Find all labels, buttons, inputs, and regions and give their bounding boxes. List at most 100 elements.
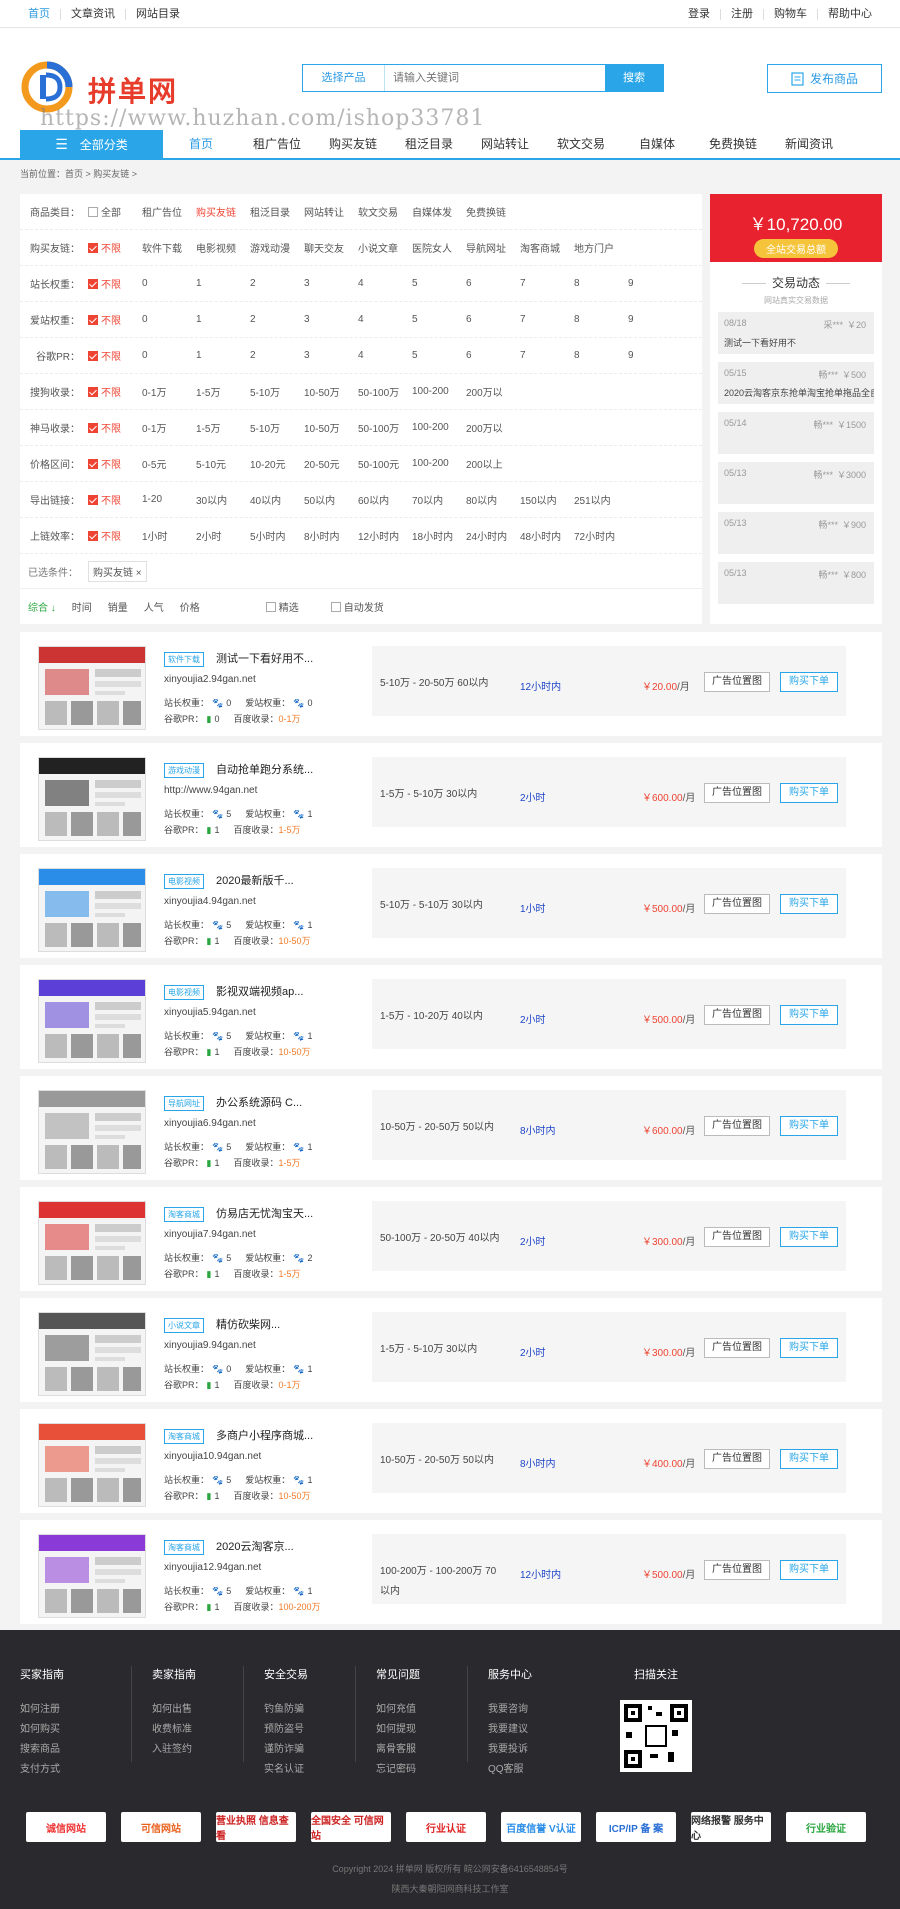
footer-link[interactable]: 离骨客服 <box>376 1740 467 1760</box>
listing-thumbnail[interactable] <box>38 1423 146 1507</box>
listing-thumbnail[interactable] <box>38 1090 146 1174</box>
featured-checkbox[interactable]: 精选 <box>265 599 315 614</box>
filter-option[interactable]: 7 <box>520 350 574 361</box>
filter-option[interactable]: 5 <box>412 350 466 361</box>
filter-option[interactable]: 地方门户 <box>574 240 628 255</box>
buy-button[interactable]: 购买下单 <box>780 1338 838 1358</box>
ad-position-button[interactable]: 广告位置图 <box>704 1227 770 1247</box>
filter-option[interactable]: 18小时内 <box>412 528 466 543</box>
filter-option[interactable]: 软文交易 <box>358 204 412 219</box>
nav-item-directory[interactable]: 租泛目录 <box>391 130 467 158</box>
auto-ship-checkbox[interactable]: 自动发货 <box>330 599 400 614</box>
certification-badge[interactable]: 百度信誉 V认证 <box>501 1812 581 1842</box>
filter-option[interactable]: 8 <box>574 314 628 325</box>
listing-title[interactable]: 2020最新版千... <box>216 872 294 888</box>
filter-option[interactable]: 80以内 <box>466 492 520 507</box>
filter-option[interactable]: 电影视频 <box>196 240 250 255</box>
filter-option[interactable]: 网站转让 <box>304 204 358 219</box>
ad-position-button[interactable]: 广告位置图 <box>704 894 770 914</box>
filter-option[interactable]: 聊天交友 <box>304 240 358 255</box>
category-tag[interactable]: 电影视频 <box>164 985 204 1000</box>
category-tag[interactable]: 淘客商城 <box>164 1540 204 1555</box>
filter-option[interactable]: 72小时内 <box>574 528 628 543</box>
filter-option[interactable]: 50以内 <box>304 492 358 507</box>
footer-link[interactable]: 搜索商品 <box>20 1740 131 1760</box>
filter-option[interactable]: 50-100元 <box>358 456 412 471</box>
filter-option[interactable]: 2 <box>250 314 304 325</box>
category-tag[interactable]: 游戏动漫 <box>164 763 204 778</box>
ad-position-button[interactable]: 广告位置图 <box>704 1116 770 1136</box>
filter-option[interactable]: 医院女人 <box>412 240 466 255</box>
filter-option[interactable]: 淘客商城 <box>520 240 574 255</box>
footer-link[interactable]: 我要咨询 <box>488 1700 580 1720</box>
filter-option[interactable]: 不限 <box>88 528 142 543</box>
listing-thumbnail[interactable] <box>38 1534 146 1618</box>
filter-option[interactable]: 0-1万 <box>142 384 196 399</box>
cart-link[interactable]: 购物车 <box>764 8 818 20</box>
filter-option[interactable]: 3 <box>304 278 358 289</box>
nav-item-media[interactable]: 自媒体 <box>619 130 695 158</box>
buy-button[interactable]: 购买下单 <box>780 1116 838 1136</box>
filter-option[interactable]: 9 <box>628 314 682 325</box>
filter-option[interactable]: 游戏动漫 <box>250 240 304 255</box>
listing-title[interactable]: 多商户小程序商城... <box>216 1427 313 1443</box>
filter-option[interactable]: 不限 <box>88 456 142 471</box>
filter-option[interactable]: 1小时 <box>142 528 196 543</box>
certification-badge[interactable]: 全国安全 可信网站 <box>311 1812 391 1842</box>
filter-option[interactable]: 8 <box>574 350 628 361</box>
filter-option[interactable]: 软件下载 <box>142 240 196 255</box>
filter-option[interactable]: 小说文章 <box>358 240 412 255</box>
buy-button[interactable]: 购买下单 <box>780 1560 838 1580</box>
listing-thumbnail[interactable] <box>38 1201 146 1285</box>
filter-option[interactable]: 0-1万 <box>142 420 196 435</box>
top-link-home[interactable]: 首页 <box>18 8 61 20</box>
filter-option[interactable]: 5小时内 <box>250 528 304 543</box>
sort-time[interactable]: 时间 <box>72 599 92 614</box>
listing-title[interactable]: 仿易店无忧淘宝天... <box>216 1205 313 1221</box>
category-tag[interactable]: 电影视频 <box>164 874 204 889</box>
filter-option[interactable]: 购买友链 <box>196 204 250 219</box>
footer-link[interactable]: 我要投诉 <box>488 1740 580 1760</box>
filter-option[interactable]: 1-5万 <box>196 384 250 399</box>
filter-option[interactable]: 10-50万 <box>304 384 358 399</box>
filter-option[interactable]: 2小时 <box>196 528 250 543</box>
footer-link[interactable]: 谨防诈骗 <box>264 1740 355 1760</box>
filter-option[interactable]: 0 <box>142 350 196 361</box>
certification-badge[interactable]: ICP/IP 备 案 <box>596 1812 676 1842</box>
listing-thumbnail[interactable] <box>38 757 146 841</box>
ad-position-button[interactable]: 广告位置图 <box>704 1005 770 1025</box>
filter-option[interactable]: 租广告位 <box>142 204 196 219</box>
buy-button[interactable]: 购买下单 <box>780 1449 838 1469</box>
filter-option[interactable]: 0 <box>142 314 196 325</box>
filter-option[interactable]: 60以内 <box>358 492 412 507</box>
filter-option[interactable]: 自媒体发 <box>412 204 466 219</box>
search-button[interactable]: 搜索 <box>605 65 663 91</box>
filter-option[interactable]: 10-50万 <box>304 420 358 435</box>
nav-item-links[interactable]: 购买友链 <box>315 130 391 158</box>
filter-option[interactable]: 9 <box>628 350 682 361</box>
filter-option[interactable]: 6 <box>466 350 520 361</box>
chosen-tag[interactable]: 购买友链 × <box>88 560 147 582</box>
footer-link[interactable]: 忘记密码 <box>376 1760 467 1780</box>
listing-thumbnail[interactable] <box>38 979 146 1063</box>
filter-option[interactable]: 8小时内 <box>304 528 358 543</box>
filter-option[interactable]: 50-100万 <box>358 384 412 399</box>
filter-option[interactable]: 1 <box>196 350 250 361</box>
buy-button[interactable]: 购买下单 <box>780 1005 838 1025</box>
filter-option[interactable]: 12小时内 <box>358 528 412 543</box>
filter-option[interactable]: 150以内 <box>520 492 574 507</box>
filter-option[interactable]: 50-100万 <box>358 420 412 435</box>
filter-option[interactable]: 不限 <box>88 420 142 435</box>
footer-link[interactable]: 支付方式 <box>20 1760 131 1780</box>
top-link-directory[interactable]: 网站目录 <box>126 8 190 20</box>
footer-link[interactable]: 预防盗号 <box>264 1720 355 1740</box>
filter-option[interactable]: 3 <box>304 350 358 361</box>
filter-option[interactable]: 不限 <box>88 240 142 255</box>
sort-overall[interactable]: 综合 ↓ <box>28 599 56 614</box>
listing-title[interactable]: 影视双端视频ap... <box>216 983 303 999</box>
listing-thumbnail[interactable] <box>38 1312 146 1396</box>
category-tag[interactable]: 小说文章 <box>164 1318 204 1333</box>
filter-option[interactable]: 2 <box>250 350 304 361</box>
nav-item-articles[interactable]: 软文交易 <box>543 130 619 158</box>
listing-title[interactable]: 测试一下看好用不... <box>216 650 313 666</box>
